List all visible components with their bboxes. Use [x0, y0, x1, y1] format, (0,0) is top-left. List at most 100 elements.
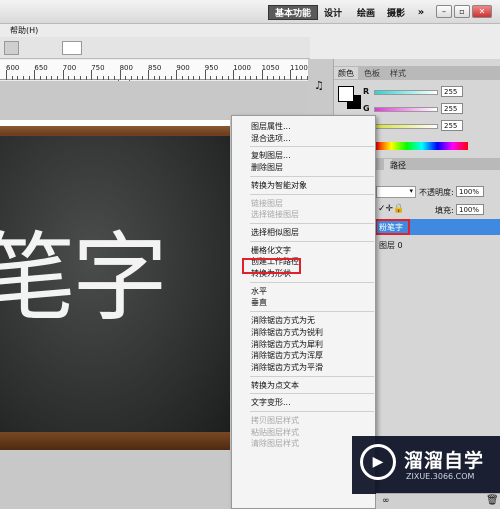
ruler-label: 1050: [261, 64, 280, 72]
workspace-more-button[interactable]: »: [415, 5, 427, 20]
menu-item[interactable]: 栅格化文字: [251, 245, 291, 256]
menu-item[interactable]: 图层属性...: [251, 121, 291, 132]
menu-separator: [250, 222, 374, 224]
ruler-tick: [159, 76, 161, 80]
ruler-tick: [221, 76, 223, 80]
ruler-tick: [295, 76, 297, 80]
ruler-tick: [278, 76, 280, 80]
options-bar: ⤳: [0, 37, 310, 92]
ruler-tick: [255, 76, 257, 80]
menu-separator: [250, 411, 374, 412]
align-right-icon[interactable]: [38, 41, 53, 55]
menu-item[interactable]: 垂直: [251, 297, 267, 308]
menu-item[interactable]: 混合选项...: [251, 133, 291, 144]
menu-help[interactable]: 帮助(H): [10, 25, 38, 36]
color-panel-tabs: 颜色 色板 样式: [334, 66, 500, 80]
menu-item: 拷贝图层样式: [251, 416, 299, 425]
ruler-label: 950: [204, 64, 219, 72]
ruler-tick: [301, 76, 303, 80]
blend-mode-dropdown[interactable]: ▾: [376, 186, 416, 198]
align-center-icon[interactable]: [21, 41, 36, 55]
green-slider[interactable]: [374, 107, 438, 112]
ruler-tick: [57, 76, 59, 80]
ruler-tick: [130, 76, 132, 80]
ruler-tick: [96, 76, 98, 80]
red-slider[interactable]: [374, 90, 438, 95]
layer-row-background[interactable]: 图层 0: [376, 237, 500, 253]
title-bar: 基本功能 设计 绘画 摄影 » – ▫ ✕: [0, 0, 500, 24]
menu-bar: 帮助(H): [0, 24, 500, 37]
watermark-title: 溜溜自学: [404, 450, 485, 472]
ruler-tick: [176, 70, 178, 80]
chalk-text: 笔字: [0, 222, 168, 334]
fill-label: 填充:: [435, 206, 454, 215]
color-label-r: R: [363, 87, 370, 96]
ruler-tick: [102, 76, 104, 80]
ruler-tick: [187, 76, 189, 80]
ruler-tick: [40, 76, 42, 80]
close-button[interactable]: ✕: [472, 5, 492, 18]
red-value-field[interactable]: 255: [441, 86, 463, 97]
blue-slider[interactable]: [374, 124, 438, 129]
color-label-g: G: [363, 104, 370, 113]
ruler-tick: [34, 70, 36, 80]
menu-item[interactable]: 消除锯齿方式为无: [251, 315, 315, 326]
workspace-photography-button[interactable]: 摄影: [385, 5, 407, 20]
ruler-tick: [136, 76, 138, 80]
trash-icon[interactable]: 🗑: [486, 495, 499, 506]
color-row-g: G: [363, 104, 370, 113]
menu-item[interactable]: 消除锯齿方式为浑厚: [251, 350, 323, 361]
lock-icons[interactable]: ✓✛🔒: [378, 204, 404, 214]
workspace-painting-button[interactable]: 绘画: [353, 5, 379, 20]
menu-item[interactable]: 转换为点文本: [251, 380, 299, 391]
link-layers-icon[interactable]: ∞: [382, 496, 390, 506]
tab-color[interactable]: 颜色: [334, 67, 358, 79]
menu-item[interactable]: 水平: [251, 286, 267, 297]
ruler-tick: [51, 76, 53, 80]
menu-separator: [250, 146, 374, 148]
ruler-tick: [290, 70, 291, 80]
ruler-tick: [142, 76, 144, 80]
ruler-tick: [227, 76, 229, 80]
ruler-tick: [79, 76, 81, 80]
color-ramp[interactable]: [376, 142, 468, 150]
minimize-button[interactable]: –: [436, 5, 452, 18]
menu-item[interactable]: 删除图层: [251, 162, 283, 173]
watermark: ▶ 溜溜自学 ZIXUE.3066.COM: [352, 436, 500, 494]
ruler-tick: [23, 76, 25, 80]
menu-item[interactable]: 转换为智能对象: [251, 180, 307, 191]
ruler-tick: [261, 70, 263, 80]
green-value-field[interactable]: 255: [441, 103, 463, 114]
workspace-basic-button[interactable]: 基本功能: [268, 5, 318, 20]
menu-item[interactable]: 复制图层...: [251, 150, 291, 161]
menu-item[interactable]: 消除锯齿方式为平滑: [251, 362, 323, 373]
layers-panel-tabs: 路径: [376, 158, 500, 171]
workspace-design-button[interactable]: 设计: [322, 5, 344, 20]
menu-item[interactable]: 选择相似图层: [251, 227, 299, 238]
ruler-tick: [74, 76, 76, 80]
menu-separator: [250, 375, 374, 377]
ruler-tick: [108, 76, 110, 80]
restore-button[interactable]: ▫: [454, 5, 470, 18]
color-row-r: R: [363, 87, 369, 96]
tab-swatches[interactable]: 色板: [360, 67, 384, 79]
text-color-swatch[interactable]: [62, 41, 82, 55]
menu-item[interactable]: 消除锯齿方式为犀利: [251, 339, 323, 350]
fill-field[interactable]: 100%: [456, 204, 484, 215]
menu-item[interactable]: 文字变形...: [251, 397, 291, 408]
histogram-icon[interactable]: ♫: [314, 79, 324, 92]
ruler-label: 1000: [233, 64, 252, 72]
ruler-label: 900: [176, 64, 190, 72]
ruler-tick: [153, 76, 155, 80]
ruler-label: 850: [148, 64, 162, 72]
ruler-tick: [216, 76, 218, 80]
tab-styles[interactable]: 样式: [386, 67, 410, 79]
foreground-color-swatch-top: [338, 86, 354, 102]
align-left-icon[interactable]: [4, 41, 19, 55]
menu-separator: [250, 281, 374, 283]
opacity-field[interactable]: 100%: [456, 186, 484, 197]
tab-paths[interactable]: 路径: [386, 159, 410, 171]
menu-item[interactable]: 消除锯齿方式为锐利: [251, 327, 323, 338]
menu-item: 清除图层样式: [251, 439, 299, 449]
blue-value-field[interactable]: 255: [441, 120, 463, 131]
